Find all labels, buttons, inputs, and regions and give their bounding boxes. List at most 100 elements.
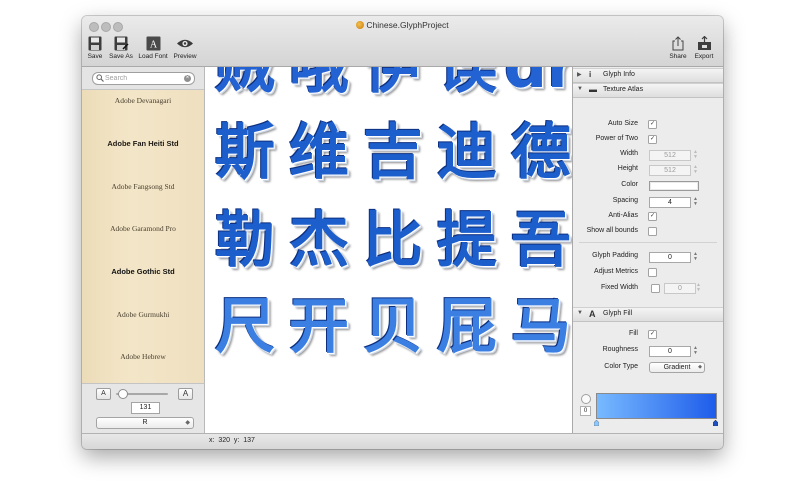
increase-size-button[interactable]: A: [178, 388, 193, 400]
glyph[interactable]: 德: [504, 123, 572, 183]
load-font-label: Load Font: [138, 53, 168, 60]
gradient-angle-dial[interactable]: [581, 394, 591, 404]
share-button[interactable]: Share: [668, 36, 688, 60]
font-list-item[interactable]: Adobe Fangsong Std: [82, 182, 204, 191]
glyph[interactable]: 贼: [208, 67, 282, 97]
glyph[interactable]: 提: [430, 211, 504, 271]
font-list-item[interactable]: Adobe Gurmukhi: [82, 310, 204, 319]
glyph[interactable]: 屁: [430, 297, 504, 357]
font-list-sidebar: × Adobe Devanagari Adobe Fan Heiti Std A…: [82, 67, 205, 383]
glyph-canvas[interactable]: 贼哦伊误drop 斯维吉迪德 勒杰比提吾 尺开贝屁马: [205, 67, 573, 433]
spacing-stepper[interactable]: ▲ ▼: [693, 197, 698, 207]
share-label: Share: [669, 53, 687, 60]
glyph[interactable]: 勒: [208, 211, 282, 271]
roughness-field[interactable]: 0: [649, 346, 691, 357]
divider: [579, 242, 717, 243]
status-bar: x: 320 y: 137: [82, 433, 723, 449]
font-style-select[interactable]: R ◆: [96, 417, 194, 429]
auto-size-checkbox[interactable]: ✓: [648, 120, 657, 129]
roughness-stepper[interactable]: ▲ ▼: [693, 346, 698, 356]
glyph[interactable]: 哦: [282, 67, 356, 97]
glyph[interactable]: 比: [356, 211, 430, 271]
cursor-coordinates: x: 320 y: 137: [209, 437, 255, 444]
font-list-item[interactable]: Adobe Fan Heiti Std: [82, 139, 204, 148]
power-of-two-checkbox[interactable]: ✓: [648, 135, 657, 144]
glyph[interactable]: 吉: [356, 123, 430, 183]
window-title: Chinese.GlyphProject: [82, 20, 723, 30]
fixed-width-stepper[interactable]: ▲ ▼: [696, 283, 701, 293]
font-style-value: R: [142, 419, 148, 426]
font-list-item-selected[interactable]: Adobe Gothic Std: [82, 267, 204, 276]
glyph-row: 尺开贝屁马: [208, 297, 572, 357]
search-input[interactable]: [105, 73, 181, 84]
glyph[interactable]: 尺: [208, 297, 282, 357]
fixed-width-label: Fixed Width: [601, 284, 638, 291]
height-field[interactable]: 512: [649, 165, 691, 176]
glyph[interactable]: 伊: [356, 67, 430, 97]
glyph[interactable]: 斯: [208, 123, 282, 183]
gradient-stop-start[interactable]: [593, 419, 600, 427]
glyph-padding-label: Glyph Padding: [592, 252, 638, 259]
toolbar: Chinese.GlyphProject Save Save As A Load…: [82, 16, 723, 67]
gradient-stop-end[interactable]: [712, 419, 719, 427]
glyph[interactable]: drop: [504, 67, 572, 97]
spacing-label: Spacing: [612, 197, 638, 204]
save-as-button[interactable]: Save As: [108, 36, 134, 60]
info-icon: i: [589, 70, 592, 79]
power-of-two-label: Power of Two: [595, 135, 638, 142]
glyph-padding-field[interactable]: 0: [649, 252, 691, 263]
width-field[interactable]: 512: [649, 150, 691, 161]
save-as-label: Save As: [109, 53, 133, 60]
adjust-metrics-checkbox[interactable]: [648, 268, 657, 277]
fixed-width-field[interactable]: 0: [664, 283, 696, 294]
export-button[interactable]: Export: [692, 35, 716, 60]
height-stepper[interactable]: ▲ ▼: [693, 165, 698, 175]
glyph-info-header[interactable]: ▶ i Glyph Info: [573, 68, 723, 83]
disclosure-down-icon: ▼: [577, 310, 583, 316]
svg-text:A: A: [149, 40, 157, 51]
decrease-size-button[interactable]: A: [96, 388, 111, 400]
anti-alias-checkbox[interactable]: ✓: [648, 212, 657, 221]
color-type-select[interactable]: Gradient ◆: [649, 362, 705, 373]
fixed-width-checkbox[interactable]: [651, 284, 660, 293]
gradient-angle-field[interactable]: 0: [580, 406, 591, 416]
glyph[interactable]: 马: [504, 297, 572, 357]
preview-button[interactable]: Preview: [172, 36, 198, 60]
glyph[interactable]: 维: [282, 123, 356, 183]
glyph[interactable]: 迪: [430, 123, 504, 183]
font-list-item[interactable]: Adobe Hebrew: [82, 352, 204, 361]
disclosure-down-icon: ▼: [577, 86, 583, 92]
font-list-item[interactable]: Adobe Garamond Pro: [82, 224, 204, 233]
load-font-button[interactable]: A Load Font: [137, 36, 169, 60]
show-all-bounds-checkbox[interactable]: [648, 227, 657, 236]
width-stepper[interactable]: ▲ ▼: [693, 150, 698, 160]
glyph[interactable]: 误: [430, 67, 504, 97]
gradient-editor[interactable]: [596, 393, 717, 419]
glyph[interactable]: 贝: [356, 297, 430, 357]
adjust-metrics-label: Adjust Metrics: [594, 268, 638, 275]
save-button[interactable]: Save: [86, 36, 104, 60]
inspector-panel: ▶ i Glyph Info ▼ ▬ Texture Atlas Auto Si…: [573, 67, 723, 433]
floppy-disk-pencil-icon: [108, 36, 134, 52]
font-file-icon: A: [137, 36, 169, 52]
font-list-item[interactable]: Adobe Devanagari: [82, 96, 204, 105]
glyph-row: 斯维吉迪德: [208, 123, 572, 183]
glyph[interactable]: 杰: [282, 211, 356, 271]
export-icon: [692, 35, 716, 52]
glyph-padding-stepper[interactable]: ▲ ▼: [693, 252, 698, 262]
fill-checkbox[interactable]: ✓: [648, 330, 657, 339]
fill-label: Fill: [629, 330, 638, 337]
chevron-updown-icon: ◆: [698, 364, 702, 370]
glyph[interactable]: 吾: [504, 211, 572, 271]
texture-icon: ▬: [589, 85, 597, 94]
glyph-fill-header[interactable]: ▼ A Glyph Fill: [573, 307, 723, 322]
texture-atlas-header[interactable]: ▼ ▬ Texture Atlas: [573, 83, 723, 98]
font-size-field[interactable]: 131: [131, 402, 160, 414]
spacing-field[interactable]: 4: [649, 197, 691, 208]
save-label: Save: [87, 53, 103, 60]
font-size-slider-knob[interactable]: [118, 389, 129, 399]
glyph[interactable]: 开: [282, 297, 356, 357]
background-color-well[interactable]: [649, 181, 699, 191]
floppy-disk-icon: [86, 36, 104, 52]
clear-search-icon[interactable]: ×: [184, 75, 191, 82]
